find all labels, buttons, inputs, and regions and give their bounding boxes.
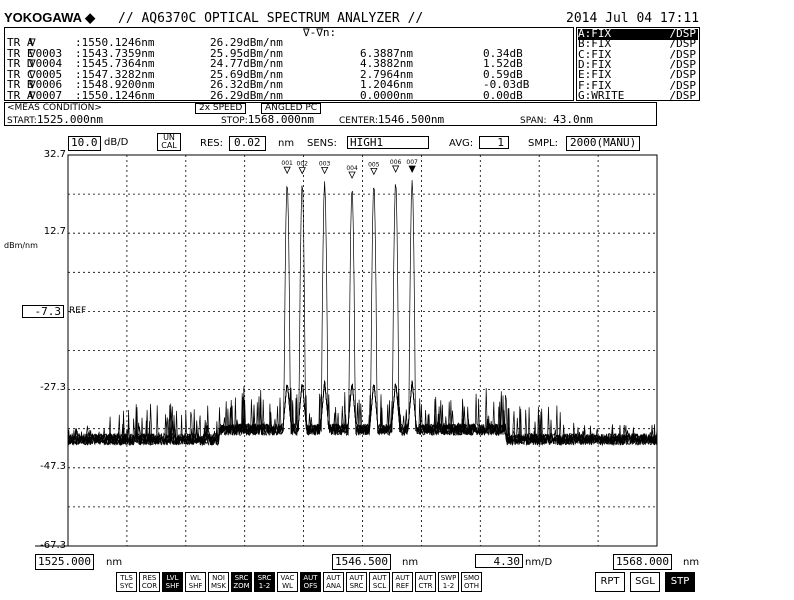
marker-label: 007 — [406, 159, 418, 166]
softkey-smo-oth[interactable]: SMO OTH — [461, 572, 482, 592]
repeat-sweep-button[interactable]: RPT — [595, 572, 625, 592]
softkey-aut-ofs[interactable]: AUT OFS — [300, 572, 321, 592]
softkey-vac-wl[interactable]: VAC WL — [277, 572, 298, 592]
marker-label: 003 — [319, 160, 331, 167]
marker-label: 001 — [281, 160, 293, 167]
stop-sweep-button[interactable]: STP — [665, 572, 695, 592]
marker-triangle-icon — [298, 167, 306, 175]
softkey-src-zom[interactable]: SRC ZOM — [231, 572, 252, 592]
x-start-unit: nm — [106, 557, 123, 568]
softkey-src-1-2[interactable]: SRC 1-2 — [254, 572, 275, 592]
x-stop-field[interactable]: 1568.000 — [613, 554, 672, 570]
marker-triangle-icon — [348, 171, 356, 179]
marker-label: 002 — [297, 161, 309, 168]
marker-label: 005 — [368, 161, 380, 168]
marker-triangle-icon — [392, 165, 400, 173]
marker-triangle-icon — [408, 165, 416, 173]
softkey-res-cor[interactable]: RES COR — [139, 572, 160, 592]
softkey-aut-ref[interactable]: AUT REF — [392, 572, 413, 592]
marker-triangle-icon — [320, 166, 329, 175]
marker-triangle-icon — [370, 168, 378, 176]
softkey-aut-scl[interactable]: AUT SCL — [369, 572, 390, 592]
marker-label: 006 — [390, 159, 402, 166]
softkey-aut-ana[interactable]: AUT ANA — [323, 572, 344, 592]
x-center-unit: nm — [402, 557, 419, 568]
x-start-field[interactable]: 1525.000 — [35, 554, 94, 570]
spectrum-plot[interactable]: 001 002 003 004 005 006 007 — [0, 0, 794, 600]
softkey-swp-1-2[interactable]: SWP 1-2 — [438, 572, 459, 592]
softkey-noi-msk[interactable]: NOI MSK — [208, 572, 229, 592]
softkey-wl-shf[interactable]: WL SHF — [185, 572, 206, 592]
x-per-div-field[interactable]: 4.30 — [475, 554, 523, 568]
single-sweep-button[interactable]: SGL — [630, 572, 660, 592]
x-center-field[interactable]: 1546.500 — [332, 554, 391, 570]
softkey-tls-syc[interactable]: TLS SYC — [116, 572, 137, 592]
x-per-div-unit: nm/D — [525, 557, 553, 568]
marker-label: 004 — [346, 165, 358, 172]
x-stop-unit: nm — [683, 557, 700, 568]
softkey-aut-src[interactable]: AUT SRC — [346, 572, 367, 592]
softkey-aut-ctr[interactable]: AUT CTR — [415, 572, 436, 592]
marker-triangle-icon — [283, 166, 291, 175]
softkey-lvl-shf[interactable]: LVL SHF — [162, 572, 183, 592]
